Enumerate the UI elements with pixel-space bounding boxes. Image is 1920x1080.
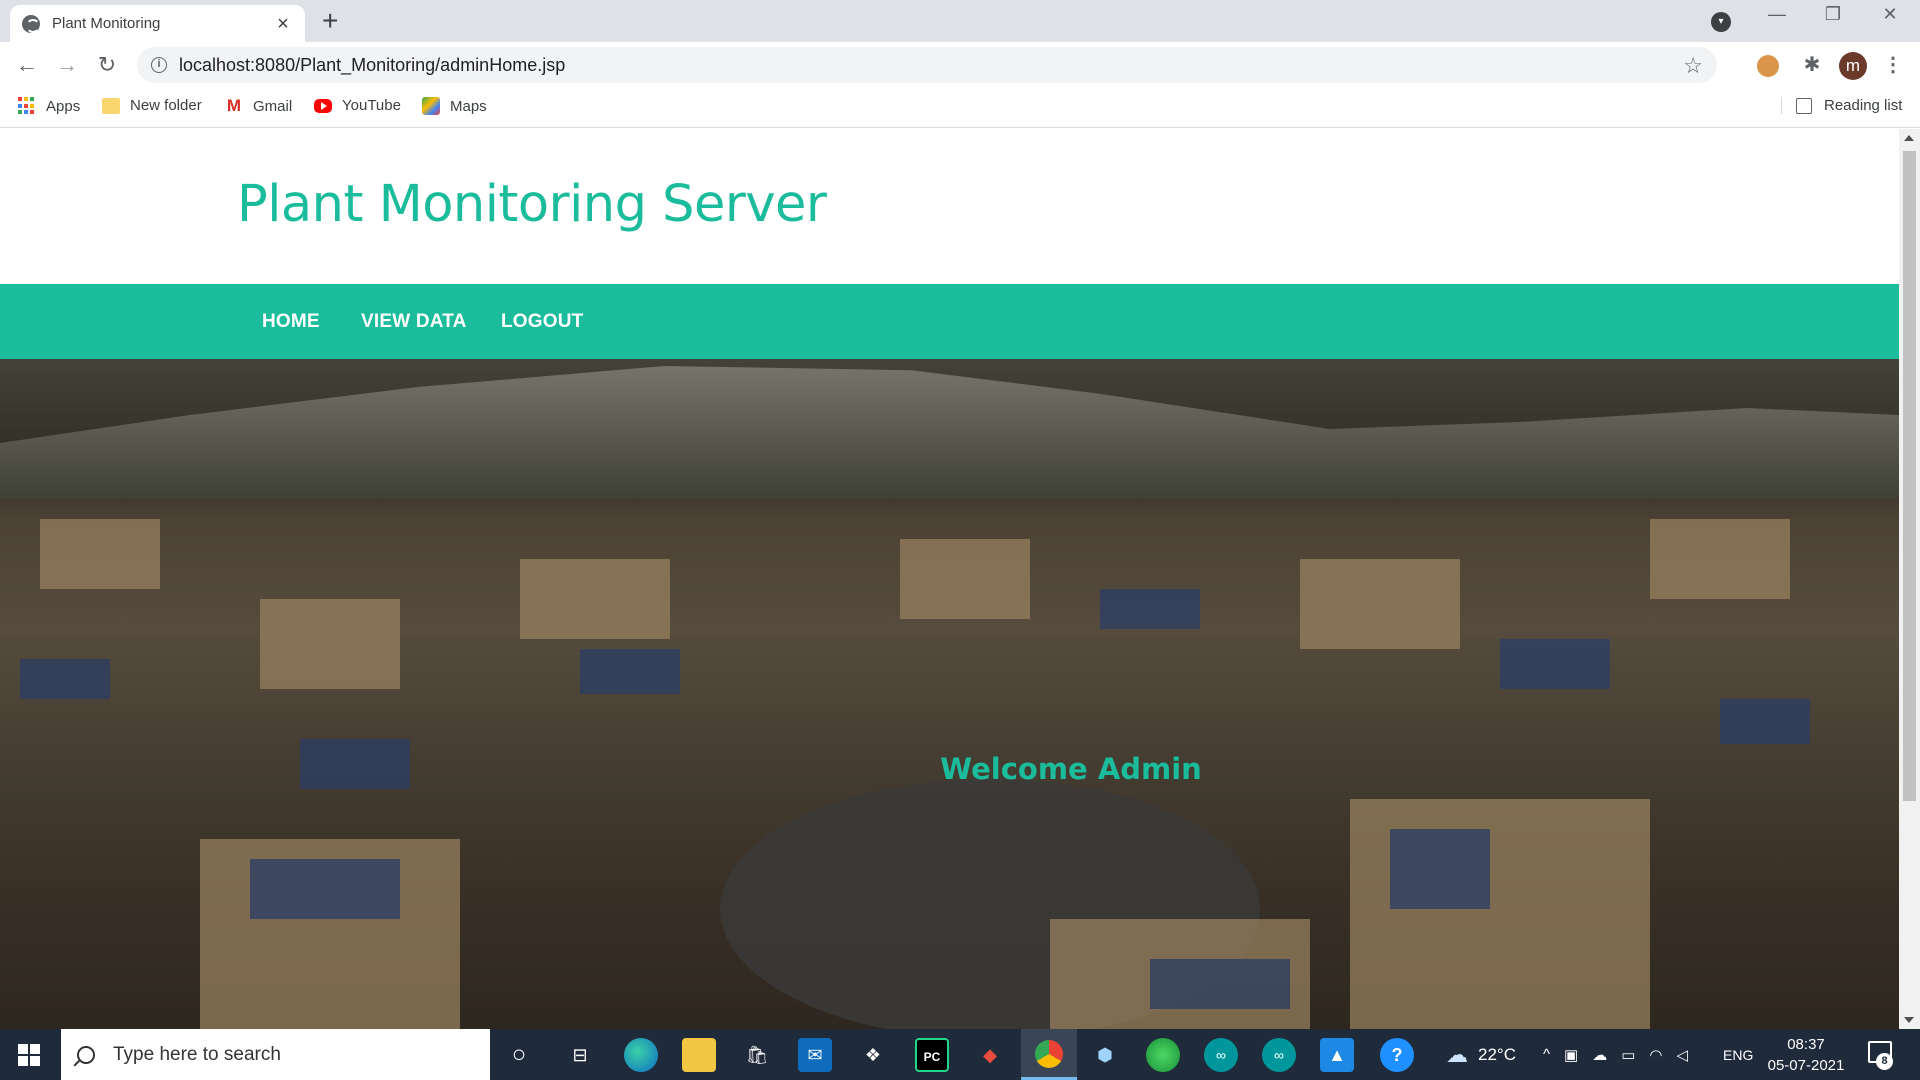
volume-icon[interactable]: ◁	[1677, 1046, 1703, 1064]
cloud-icon: ☁	[1446, 1041, 1468, 1067]
taskbar-search-box[interactable]: Type here to search	[61, 1029, 490, 1080]
star-icon[interactable]: ☆	[1683, 53, 1703, 79]
bookmark-gmail[interactable]: M Gmail	[225, 97, 292, 115]
clock-date: 05-07-2021	[1767, 1057, 1845, 1074]
scroll-up-icon[interactable]	[1904, 135, 1914, 141]
photos-icon[interactable]: ▲	[1320, 1038, 1354, 1072]
tab-strip: Plant Monitoring × + ▾ — ❐ ✕	[0, 0, 1920, 42]
globe-icon	[22, 14, 40, 33]
gmail-icon: M	[226, 96, 242, 115]
tab-title: Plant Monitoring	[52, 15, 161, 32]
battery-icon[interactable]: ▭	[1621, 1046, 1649, 1064]
bookmark-label: YouTube	[342, 97, 401, 114]
reading-list-icon	[1796, 97, 1812, 114]
system-tray-icons[interactable]: ^ ▣ ☁ ▭ ◠ ◁	[1543, 1029, 1702, 1080]
microsoft-store-icon[interactable]: 🛍	[740, 1038, 774, 1072]
weather-temp: 22°C	[1478, 1044, 1516, 1064]
arduino-icon-2[interactable]: ∞	[1262, 1038, 1296, 1072]
profile-avatar[interactable]: m	[1839, 52, 1867, 80]
reload-button[interactable]: ↻	[92, 50, 122, 80]
windows-taskbar: Type here to search ○ ⊟ 🛍 ✉ ❖ PC ◆ ⬢ ∞ ∞…	[0, 1029, 1920, 1080]
pycharm-icon[interactable]: PC	[915, 1038, 949, 1072]
apps-grid-icon	[18, 97, 36, 115]
onedrive-icon[interactable]: ☁	[1592, 1046, 1621, 1064]
chrome-taskbar-button[interactable]	[1021, 1029, 1077, 1080]
bookmark-label: Apps	[46, 97, 81, 115]
mail-icon[interactable]: ✉	[798, 1038, 832, 1072]
arduino-icon[interactable]: ∞	[1204, 1038, 1238, 1072]
tab-search-icon[interactable]: ▾	[1711, 12, 1731, 32]
pdf-reader-icon[interactable]: ◆	[973, 1038, 1007, 1072]
system-clock[interactable]: 08:37 05-07-2021	[1763, 1034, 1849, 1076]
tab-close-icon[interactable]: ×	[273, 14, 293, 34]
meet-icon[interactable]: ▣	[1564, 1046, 1592, 1064]
notification-count-badge: 8	[1876, 1053, 1893, 1070]
reading-list-button[interactable]: Reading list	[1781, 97, 1902, 114]
address-bar[interactable]: i localhost:8080/Plant_Monitoring/adminH…	[137, 47, 1717, 83]
bookmark-new-folder[interactable]: New folder	[102, 97, 202, 114]
weather-widget[interactable]: ☁ 22°C	[1446, 1029, 1516, 1080]
virtualbox-icon[interactable]: ⬢	[1088, 1038, 1122, 1072]
site-nav: HOME VIEW DATA LOGOUT	[0, 284, 1899, 359]
forward-button[interactable]: →	[52, 50, 82, 80]
wifi-icon[interactable]: ◠	[1649, 1046, 1676, 1064]
browser-toolbar: ← → ↻ i localhost:8080/Plant_Monitoring/…	[0, 42, 1920, 88]
restore-button[interactable]: ❐	[1813, 4, 1853, 25]
menu-kebab-icon[interactable]: ⋮	[1878, 50, 1908, 80]
nav-logout-link[interactable]: LOGOUT	[501, 284, 583, 359]
language-indicator[interactable]: ENG	[1723, 1029, 1753, 1080]
youtube-icon	[314, 98, 332, 113]
bookmark-apps[interactable]: Apps	[18, 97, 80, 115]
site-header: Plant Monitoring Server	[0, 129, 1899, 284]
page-viewport: Plant Monitoring Server HOME VIEW DATA L…	[0, 129, 1899, 1029]
hero-hills	[0, 366, 1899, 499]
browser-tab[interactable]: Plant Monitoring ×	[10, 5, 305, 42]
bookmark-label: New folder	[130, 97, 202, 114]
file-explorer-icon[interactable]	[682, 1038, 716, 1072]
page-scrollbar[interactable]	[1899, 129, 1920, 1029]
bookmark-label: Maps	[450, 97, 487, 115]
back-button[interactable]: ←	[12, 50, 42, 80]
nav-home-link[interactable]: HOME	[262, 284, 320, 359]
hero-banner-image: Welcome Admin	[0, 359, 1899, 1029]
scrollbar-thumb[interactable]	[1903, 151, 1916, 801]
close-window-button[interactable]: ✕	[1870, 4, 1910, 25]
scroll-down-icon[interactable]	[1904, 1017, 1914, 1023]
app-green-icon[interactable]	[1146, 1038, 1180, 1072]
folder-icon	[102, 97, 120, 114]
minimize-button[interactable]: —	[1757, 4, 1797, 25]
url-text[interactable]: localhost:8080/Plant_Monitoring/adminHom…	[179, 55, 565, 76]
bookmark-youtube[interactable]: YouTube	[314, 97, 401, 114]
nav-view-data-link[interactable]: VIEW DATA	[361, 284, 467, 359]
reading-list-label: Reading list	[1824, 97, 1903, 114]
get-help-icon[interactable]: ?	[1380, 1038, 1414, 1072]
welcome-heading: Welcome Admin	[940, 752, 1202, 786]
cookie-extension-icon[interactable]	[1757, 55, 1779, 77]
bookmarks-bar: Apps New folder M Gmail YouTube Maps Rea…	[0, 88, 1920, 128]
chrome-icon	[1035, 1040, 1063, 1068]
edge-browser-icon[interactable]	[624, 1038, 658, 1072]
maps-icon	[422, 97, 440, 115]
task-view-icon[interactable]: ⊟	[563, 1038, 597, 1072]
site-info-icon[interactable]: i	[151, 57, 167, 73]
clock-time: 08:37	[1787, 1036, 1825, 1053]
windows-start-icon[interactable]	[18, 1044, 40, 1066]
taskbar-search-placeholder: Type here to search	[113, 1043, 281, 1065]
search-icon	[77, 1045, 95, 1064]
bookmark-maps[interactable]: Maps	[422, 97, 487, 115]
bookmark-label: Gmail	[253, 97, 293, 115]
chevron-up-icon[interactable]: ^	[1543, 1046, 1564, 1063]
extensions-puzzle-icon[interactable]: ✱	[1797, 50, 1827, 80]
new-tab-button[interactable]: +	[322, 7, 338, 35]
dropbox-icon[interactable]: ❖	[856, 1038, 890, 1072]
site-title: Plant Monitoring Server	[237, 175, 827, 234]
cortana-icon[interactable]: ○	[502, 1038, 536, 1072]
